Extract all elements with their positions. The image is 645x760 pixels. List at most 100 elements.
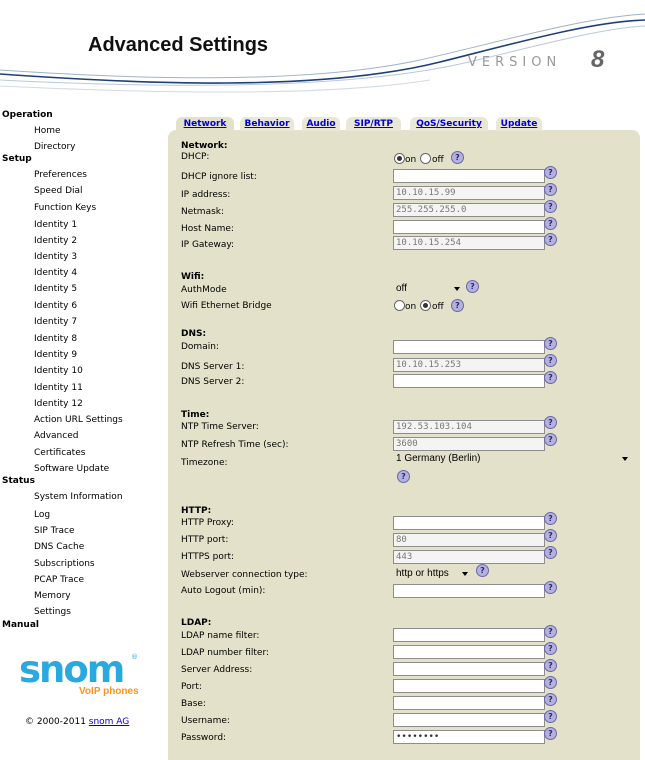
domain-input[interactable]	[393, 340, 545, 354]
nav-item-speed-dial[interactable]: Speed Dial	[34, 186, 83, 196]
nav-item-function-keys[interactable]: Function Keys	[34, 203, 96, 213]
help-icon[interactable]: ?	[544, 217, 557, 230]
tab-sip-rtp[interactable]: SIP/RTP	[346, 117, 401, 131]
password-input[interactable]: ••••••••	[393, 730, 545, 744]
help-icon[interactable]: ?	[397, 470, 410, 483]
radio-bridge-off-label: off	[432, 302, 444, 312]
nav-item-subscriptions[interactable]: Subscriptions	[34, 559, 95, 569]
help-icon[interactable]: ?	[544, 546, 557, 559]
help-icon[interactable]: ?	[544, 642, 557, 655]
nav-section-manual[interactable]: Manual	[2, 620, 39, 630]
tab-audio[interactable]: Audio	[302, 117, 340, 131]
help-icon[interactable]: ?	[544, 727, 557, 740]
page-title: Advanced Settings	[88, 34, 269, 56]
help-icon[interactable]: ?	[476, 564, 489, 577]
host-name-input[interactable]	[393, 220, 545, 234]
base-input[interactable]	[393, 696, 545, 710]
tab-behavior[interactable]: Behavior	[240, 117, 294, 131]
radio-bridge-on[interactable]	[394, 300, 405, 311]
tab-qos-security[interactable]: QoS/Security	[410, 117, 488, 131]
port-input[interactable]	[393, 679, 545, 693]
nav-item-identity-11[interactable]: Identity 11	[34, 383, 83, 393]
nav-item-identity-6[interactable]: Identity 6	[34, 301, 77, 311]
ntp-server-input[interactable]: 192.53.103.104	[393, 420, 545, 434]
nav-item-pcap-trace[interactable]: PCAP Trace	[34, 575, 84, 585]
nav-item-action-url-settings[interactable]: Action URL Settings	[34, 415, 123, 425]
label-authmode: AuthMode	[181, 285, 227, 295]
radio-dhcp-off[interactable]	[420, 153, 431, 164]
http-port-input[interactable]: 80	[393, 533, 545, 547]
nav-item-identity-12[interactable]: Identity 12	[34, 399, 83, 409]
nav-item-memory[interactable]: Memory	[34, 591, 71, 601]
auto-logout-input[interactable]	[393, 584, 545, 598]
nav-item-settings[interactable]: Settings	[34, 607, 71, 617]
radio-dhcp-on[interactable]	[394, 153, 405, 164]
ntp-refresh-input[interactable]: 3600	[393, 437, 545, 451]
username-input[interactable]	[393, 713, 545, 727]
dhcp-ignore-input[interactable]	[393, 169, 545, 183]
nav-item-identity-4[interactable]: Identity 4	[34, 268, 77, 278]
nav-item-dns-cache[interactable]: DNS Cache	[34, 542, 84, 552]
ldap-name-filter-input[interactable]	[393, 628, 545, 642]
webserver-connection-select[interactable]: http or https	[396, 568, 468, 580]
nav-item-preferences[interactable]: Preferences	[34, 170, 87, 180]
nav-item-directory[interactable]: Directory	[34, 142, 75, 152]
nav-item-certificates[interactable]: Certificates	[34, 448, 85, 458]
timezone-select[interactable]: 1 Germany (Berlin)	[396, 453, 628, 466]
help-icon[interactable]: ?	[544, 676, 557, 689]
nav-item-home[interactable]: Home	[34, 126, 61, 136]
nav-item-identity-2[interactable]: Identity 2	[34, 236, 77, 246]
help-icon[interactable]: ?	[544, 710, 557, 723]
help-icon[interactable]: ?	[544, 512, 557, 525]
nav-section-operation[interactable]: Operation	[2, 110, 53, 120]
dns-server-2-input[interactable]	[393, 374, 545, 388]
label-username: Username:	[181, 716, 230, 726]
help-icon[interactable]: ?	[544, 693, 557, 706]
tab-network[interactable]: Network	[176, 117, 234, 131]
label-wifi-bridge: Wifi Ethernet Bridge	[181, 301, 272, 311]
nav-item-identity-1[interactable]: Identity 1	[34, 220, 77, 230]
nav-item-identity-9[interactable]: Identity 9	[34, 350, 77, 360]
help-icon[interactable]: ?	[544, 416, 557, 429]
https-port-input[interactable]: 443	[393, 550, 545, 564]
nav-item-identity-7[interactable]: Identity 7	[34, 317, 77, 327]
help-icon[interactable]: ?	[544, 166, 557, 179]
help-icon[interactable]: ?	[451, 151, 464, 164]
nav-item-identity-5[interactable]: Identity 5	[34, 284, 77, 294]
nav-item-identity-3[interactable]: Identity 3	[34, 252, 77, 262]
authmode-select[interactable]: off	[396, 283, 460, 295]
nav-item-advanced[interactable]: Advanced	[34, 431, 78, 441]
company-link[interactable]: snom AG	[89, 717, 130, 727]
help-icon[interactable]: ?	[544, 371, 557, 384]
server-address-input[interactable]	[393, 662, 545, 676]
nav-item-identity-8[interactable]: Identity 8	[34, 334, 77, 344]
radio-bridge-off[interactable]	[420, 300, 431, 311]
dns-server-1-input[interactable]: 10.10.15.253	[393, 358, 545, 372]
label-ntp-server: NTP Time Server:	[181, 422, 259, 432]
netmask-input[interactable]: 255.255.255.0	[393, 203, 545, 217]
nav-item-sip-trace[interactable]: SIP Trace	[34, 526, 75, 536]
nav-item-software-update[interactable]: Software Update	[34, 464, 109, 474]
help-icon[interactable]: ?	[544, 354, 557, 367]
nav-section-setup[interactable]: Setup	[2, 154, 32, 164]
help-icon[interactable]: ?	[466, 280, 479, 293]
ip-gateway-input[interactable]: 10.10.15.254	[393, 236, 545, 250]
nav-section-status[interactable]: Status	[2, 476, 35, 486]
nav-item-system-information[interactable]: System Information	[34, 492, 123, 502]
tab-update[interactable]: Update	[496, 117, 542, 131]
help-icon[interactable]: ?	[544, 433, 557, 446]
help-icon[interactable]: ?	[544, 233, 557, 246]
ldap-number-filter-input[interactable]	[393, 645, 545, 659]
help-icon[interactable]: ?	[544, 200, 557, 213]
nav-item-identity-10[interactable]: Identity 10	[34, 366, 83, 376]
http-proxy-input[interactable]	[393, 516, 545, 530]
help-icon[interactable]: ?	[544, 625, 557, 638]
help-icon[interactable]: ?	[544, 659, 557, 672]
help-icon[interactable]: ?	[451, 299, 464, 312]
help-icon[interactable]: ?	[544, 581, 557, 594]
help-icon[interactable]: ?	[544, 337, 557, 350]
ip-address-input[interactable]: 10.10.15.99	[393, 186, 545, 200]
nav-item-log[interactable]: Log	[34, 510, 50, 520]
help-icon[interactable]: ?	[544, 183, 557, 196]
help-icon[interactable]: ?	[544, 529, 557, 542]
